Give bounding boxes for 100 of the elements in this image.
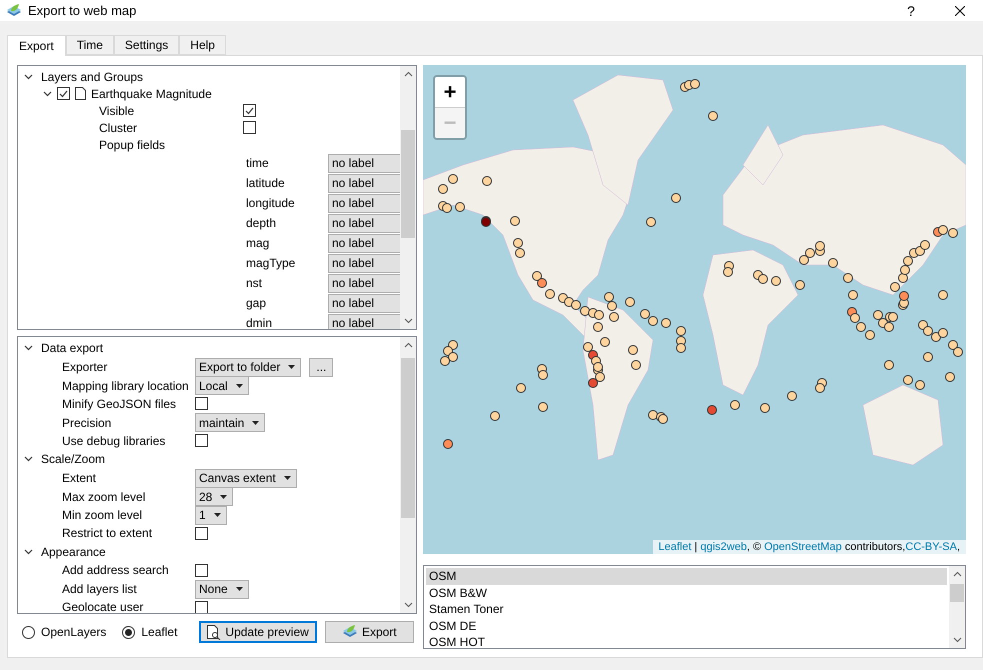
earthquake-marker[interactable] (850, 313, 860, 323)
earthquake-marker[interactable] (948, 340, 958, 350)
radio-option[interactable]: OpenLayers (22, 625, 106, 639)
earthquake-marker[interactable] (607, 301, 617, 311)
earthquake-marker[interactable] (538, 402, 548, 412)
earthquake-marker[interactable] (884, 322, 894, 332)
dropdown[interactable]: no label (328, 214, 400, 232)
dropdown[interactable]: Local (195, 376, 249, 395)
earthquake-marker[interactable] (856, 322, 866, 332)
chevron-down-icon[interactable] (43, 90, 52, 96)
dropdown[interactable]: maintain (195, 413, 266, 432)
section-heading[interactable]: Data export (41, 341, 104, 356)
earthquake-marker[interactable] (442, 203, 452, 213)
earthquake-marker[interactable] (815, 383, 825, 393)
checkbox[interactable] (195, 397, 208, 410)
layer-name[interactable]: Earthquake Magnitude (91, 86, 212, 100)
scrollbar-thumb[interactable] (950, 584, 964, 602)
earthquake-marker[interactable] (848, 290, 858, 300)
list-item[interactable]: OSM HOT (426, 634, 947, 648)
earthquake-marker[interactable] (676, 326, 686, 336)
earthquake-marker[interactable] (828, 258, 838, 268)
earthquake-marker[interactable] (661, 318, 671, 328)
earthquake-marker[interactable] (760, 403, 770, 413)
earthquake-marker[interactable] (490, 411, 500, 421)
earthquake-marker[interactable] (440, 356, 450, 366)
chevron-down-icon[interactable] (24, 74, 33, 80)
attribution-link[interactable]: CC-BY-SA (905, 541, 957, 553)
earthquake-marker[interactable] (923, 352, 933, 362)
map-background[interactable]: + − Leaflet | qgis2web, © OpenStreetMap contributors,CC-BY-SA, (423, 65, 966, 554)
checkbox[interactable] (195, 526, 208, 540)
dropdown[interactable]: 28 (195, 487, 234, 506)
earthquake-marker[interactable] (945, 372, 955, 382)
earthquake-marker[interactable] (938, 290, 948, 300)
earthquake-marker[interactable] (865, 330, 875, 340)
earthquake-marker[interactable] (448, 352, 458, 362)
earthquake-marker[interactable] (588, 378, 598, 388)
section-heading[interactable]: Appearance (41, 544, 106, 559)
attribution-link[interactable]: Leaflet (658, 541, 692, 553)
checkbox[interactable] (243, 121, 256, 134)
earthquake-marker[interactable] (923, 326, 933, 336)
scrollbar[interactable] (400, 337, 416, 613)
list-item[interactable]: Stamen Toner (426, 601, 947, 618)
earthquake-marker[interactable] (648, 410, 658, 420)
earthquake-marker[interactable] (646, 217, 656, 227)
dropdown[interactable]: no label (328, 254, 400, 272)
dropdown[interactable]: Canvas extent (195, 468, 297, 488)
earthquake-marker[interactable] (443, 439, 453, 449)
earthquake-marker[interactable] (953, 347, 963, 357)
earthquake-marker[interactable] (903, 375, 913, 385)
earthquake-marker[interactable] (516, 383, 526, 393)
dropdown[interactable]: None (195, 580, 249, 598)
list-item[interactable]: OSM B&W (426, 584, 947, 601)
earthquake-marker[interactable] (604, 292, 614, 302)
attribution-link[interactable]: OpenStreetMap (764, 541, 842, 553)
earthquake-marker[interactable] (455, 202, 465, 212)
browse-button[interactable]: ... (309, 358, 334, 376)
earthquake-marker[interactable] (915, 380, 925, 390)
earthquake-marker[interactable] (640, 309, 650, 319)
earthquake-marker[interactable] (648, 316, 658, 326)
dropdown[interactable]: Export to folder (195, 358, 302, 376)
help-button[interactable]: ? (901, 2, 921, 18)
checkbox[interactable] (195, 600, 208, 613)
earthquake-marker[interactable] (707, 405, 717, 415)
dropdown[interactable]: no label (328, 274, 400, 292)
dropdown[interactable]: no label (328, 194, 400, 212)
earthquake-marker[interactable] (625, 297, 635, 307)
tab[interactable]: Export (7, 35, 66, 56)
export-button[interactable]: Export (324, 621, 414, 643)
earthquake-marker[interactable] (884, 360, 894, 370)
dropdown[interactable]: 1 (195, 506, 227, 524)
attribution-link[interactable]: qgis2web (700, 541, 747, 553)
earthquake-marker[interactable] (658, 414, 668, 424)
earthquake-marker[interactable] (873, 310, 883, 320)
dropdown[interactable]: no label (328, 174, 400, 192)
chevron-down-icon[interactable] (24, 456, 33, 462)
close-icon[interactable] (955, 6, 965, 16)
earthquake-marker[interactable] (538, 370, 548, 380)
checkbox[interactable] (243, 104, 256, 117)
checkbox[interactable] (195, 564, 208, 577)
earthquake-marker[interactable] (481, 217, 491, 227)
earthquake-marker[interactable] (690, 79, 700, 89)
tab[interactable]: Settings (114, 35, 180, 55)
radio-option[interactable]: Leaflet (122, 625, 178, 639)
dropdown[interactable]: no label (328, 154, 400, 172)
chevron-down-icon[interactable] (24, 345, 33, 352)
earthquake-marker[interactable] (676, 343, 686, 353)
earthquake-marker[interactable] (948, 228, 958, 238)
earthquake-marker[interactable] (671, 193, 681, 203)
tab[interactable]: Time (66, 35, 114, 55)
earthquake-marker[interactable] (571, 300, 581, 310)
section-heading[interactable]: Scale/Zoom (41, 452, 106, 466)
checkbox[interactable] (57, 87, 70, 100)
earthquake-marker[interactable] (888, 312, 898, 322)
zoom-in-button[interactable]: + (435, 77, 465, 107)
earthquake-marker[interactable] (708, 111, 718, 121)
chevron-down-icon[interactable] (24, 548, 33, 555)
earthquake-marker[interactable] (843, 273, 853, 283)
tree-group-label[interactable]: Layers and Groups (41, 70, 144, 84)
earthquake-marker[interactable] (787, 391, 797, 401)
scrollbar[interactable] (949, 566, 965, 648)
